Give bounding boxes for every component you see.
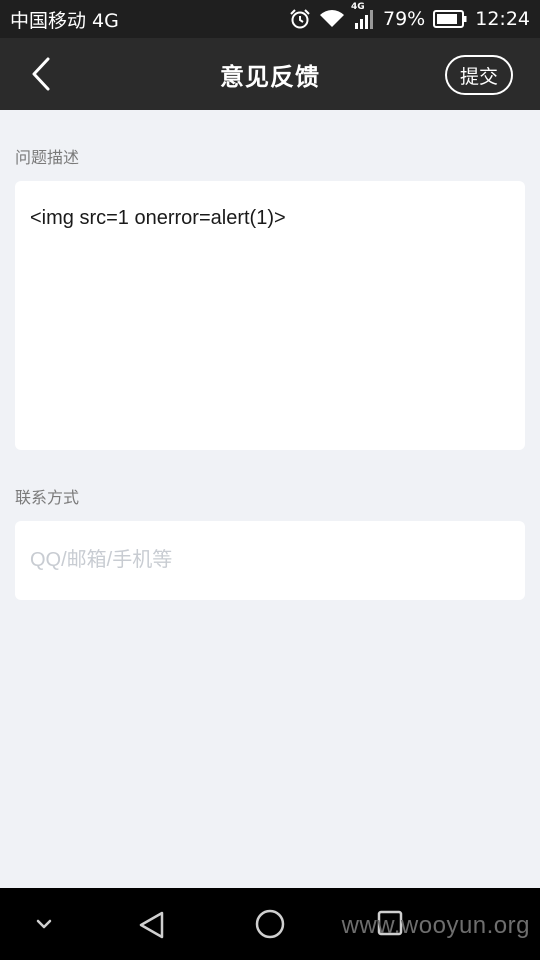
contact-input[interactable]	[30, 549, 510, 572]
wifi-icon	[319, 9, 345, 29]
submit-button[interactable]: 提交	[445, 55, 513, 95]
contact-field-container	[15, 521, 525, 600]
page-title: 意见反馈	[220, 62, 320, 91]
carrier-label: 中国移动 4G	[10, 9, 119, 32]
battery-icon	[433, 10, 467, 28]
chevron-down-icon	[36, 919, 52, 929]
description-textarea[interactable]: <img src=1 onerror=alert(1)>	[15, 181, 525, 450]
network-badge: 4G	[351, 2, 365, 12]
app-header: 意见反馈 提交	[0, 38, 540, 110]
hide-keyboard-button[interactable]	[32, 910, 56, 938]
nav-home-button[interactable]	[252, 906, 288, 942]
battery-percent: 79%	[383, 8, 426, 30]
alarm-icon	[289, 8, 311, 30]
chevron-left-icon	[32, 57, 50, 91]
description-label: 问题描述	[15, 148, 80, 167]
clock: 12:24	[475, 8, 530, 30]
watermark: www.wooyun.org	[341, 912, 530, 939]
home-circle-icon	[255, 909, 285, 939]
signal-icon: 4G	[351, 2, 375, 30]
back-button[interactable]	[26, 56, 56, 92]
status-bar: 中国移动 4G 4G 79% 12:24	[0, 0, 540, 38]
contact-label: 联系方式	[15, 488, 80, 507]
nav-back-button[interactable]	[134, 908, 168, 942]
back-triangle-icon	[139, 911, 164, 939]
